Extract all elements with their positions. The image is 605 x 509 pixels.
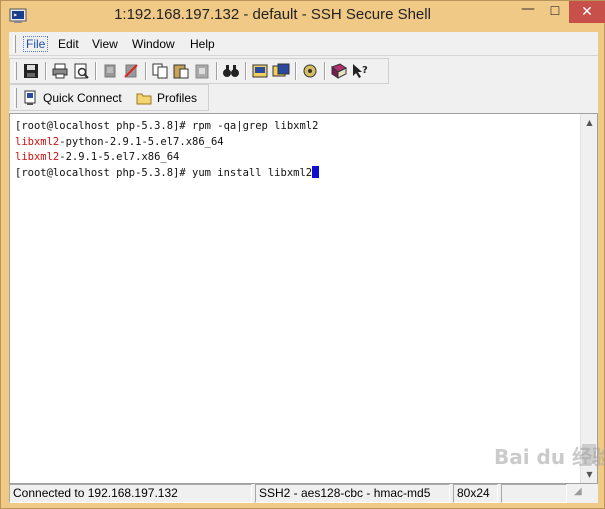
menu-file[interactable]: File <box>23 36 49 52</box>
menu-edit[interactable]: Edit <box>56 37 81 51</box>
quick-connect-bar: Quick Connect Profiles <box>9 84 209 111</box>
menu-help[interactable]: Help <box>188 37 217 51</box>
terminal-view[interactable]: [root@localhost php-5.3.8]# rpm -qa|grep… <box>9 113 598 484</box>
vertical-scrollbar[interactable]: ▲ ▼ <box>580 114 597 483</box>
watermark: Bai du 经验 <box>494 445 605 469</box>
window-title: 1:192.168.197.132 - default - SSH Secure… <box>114 6 431 23</box>
terminal-line: libxml2-python-2.9.1-5.el7.x86_64 <box>15 135 575 151</box>
terminal-highlight: libxml2 <box>15 135 60 148</box>
title-bar[interactable]: 1:192.168.197.132 - default - SSH Secure… <box>1 1 605 32</box>
profiles-label: Profiles <box>157 91 198 105</box>
quick-connect-button[interactable]: Quick Connect <box>22 88 122 108</box>
paste-icon[interactable] <box>172 62 190 80</box>
toolbar-separator <box>295 62 297 80</box>
status-cipher: SSH2 - aes128-cbc - hmac-md5 <box>255 484 450 503</box>
terminal-line: [root@localhost php-5.3.8]# yum install … <box>15 165 575 182</box>
menu-view[interactable]: View <box>90 37 120 51</box>
quick-connect-label: Quick Connect <box>43 91 122 105</box>
terminal-text: [root@localhost php-5.3.8]# yum install … <box>15 166 313 179</box>
terminal-text: [root@localhost php-5.3.8]# rpm -qa|grep… <box>15 120 319 132</box>
status-terminal-size: 80x24 <box>453 484 498 503</box>
terminal-highlight: libxml2 <box>15 151 60 163</box>
toolbar-separator <box>145 62 147 80</box>
quickbar-grip[interactable] <box>14 88 17 108</box>
client-area: File Edit View Window Help ? Quick Conne… <box>9 32 598 503</box>
terminal-cursor <box>312 165 320 178</box>
toolbar-separator <box>45 62 47 80</box>
new-terminal-icon[interactable] <box>272 62 290 80</box>
status-connection: Connected to 192.168.197.132 <box>9 484 252 503</box>
main-toolbar: ? <box>9 58 389 84</box>
ssh-app-icon <box>9 8 27 23</box>
disconnect-all-icon[interactable] <box>122 62 140 80</box>
toolbar-separator <box>95 62 97 80</box>
help-book-icon[interactable] <box>330 62 348 80</box>
file-transfer-icon[interactable] <box>301 62 319 80</box>
terminal-text: -2.9.1-5.el7.x86_64 <box>59 151 180 163</box>
terminal-line: [root@localhost php-5.3.8]# rpm -qa|grep… <box>15 119 575 135</box>
menu-window[interactable]: Window <box>130 37 177 51</box>
toolbar-separator <box>324 62 326 80</box>
ssh-window: 1:192.168.197.132 - default - SSH Secure… <box>0 0 605 509</box>
profiles-button[interactable]: Profiles <box>136 88 197 108</box>
copy-icon[interactable] <box>151 62 169 80</box>
print-preview-icon[interactable] <box>72 62 90 80</box>
terminal-output: [root@localhost php-5.3.8]# rpm -qa|grep… <box>15 119 575 181</box>
whats-this-help-icon[interactable]: ? <box>351 62 369 80</box>
maximize-button[interactable]: ☐ <box>542 1 568 23</box>
paste-to-other-icon[interactable] <box>193 62 211 80</box>
toolbar-separator <box>216 62 218 80</box>
disconnect-icon[interactable] <box>101 62 119 80</box>
status-bar: Connected to 192.168.197.132 SSH2 - aes1… <box>9 484 598 503</box>
settings-icon[interactable] <box>251 62 269 80</box>
menubar-grip[interactable] <box>13 35 16 53</box>
menu-bar: File Edit View Window Help <box>9 32 598 56</box>
toolbar-separator <box>245 62 247 80</box>
minimize-button[interactable]: — <box>514 1 542 23</box>
terminal-text: -python-2.9.1-5.el7.x86_64 <box>59 135 224 148</box>
scroll-up-arrow-icon[interactable]: ▲ <box>581 114 598 131</box>
svg-text:?: ? <box>362 65 368 76</box>
status-extra-panel <box>501 484 567 503</box>
print-icon[interactable] <box>51 62 69 80</box>
terminal-line: libxml2-2.9.1-5.el7.x86_64 <box>15 150 575 166</box>
toolbar-grip[interactable] <box>14 62 17 80</box>
save-icon[interactable] <box>22 62 40 80</box>
folder-icon <box>136 93 152 105</box>
resize-grip-icon[interactable]: ◢ <box>574 486 594 502</box>
quick-connect-icon <box>24 90 36 105</box>
close-button[interactable]: ✕ <box>569 1 605 23</box>
find-icon[interactable] <box>222 62 240 80</box>
